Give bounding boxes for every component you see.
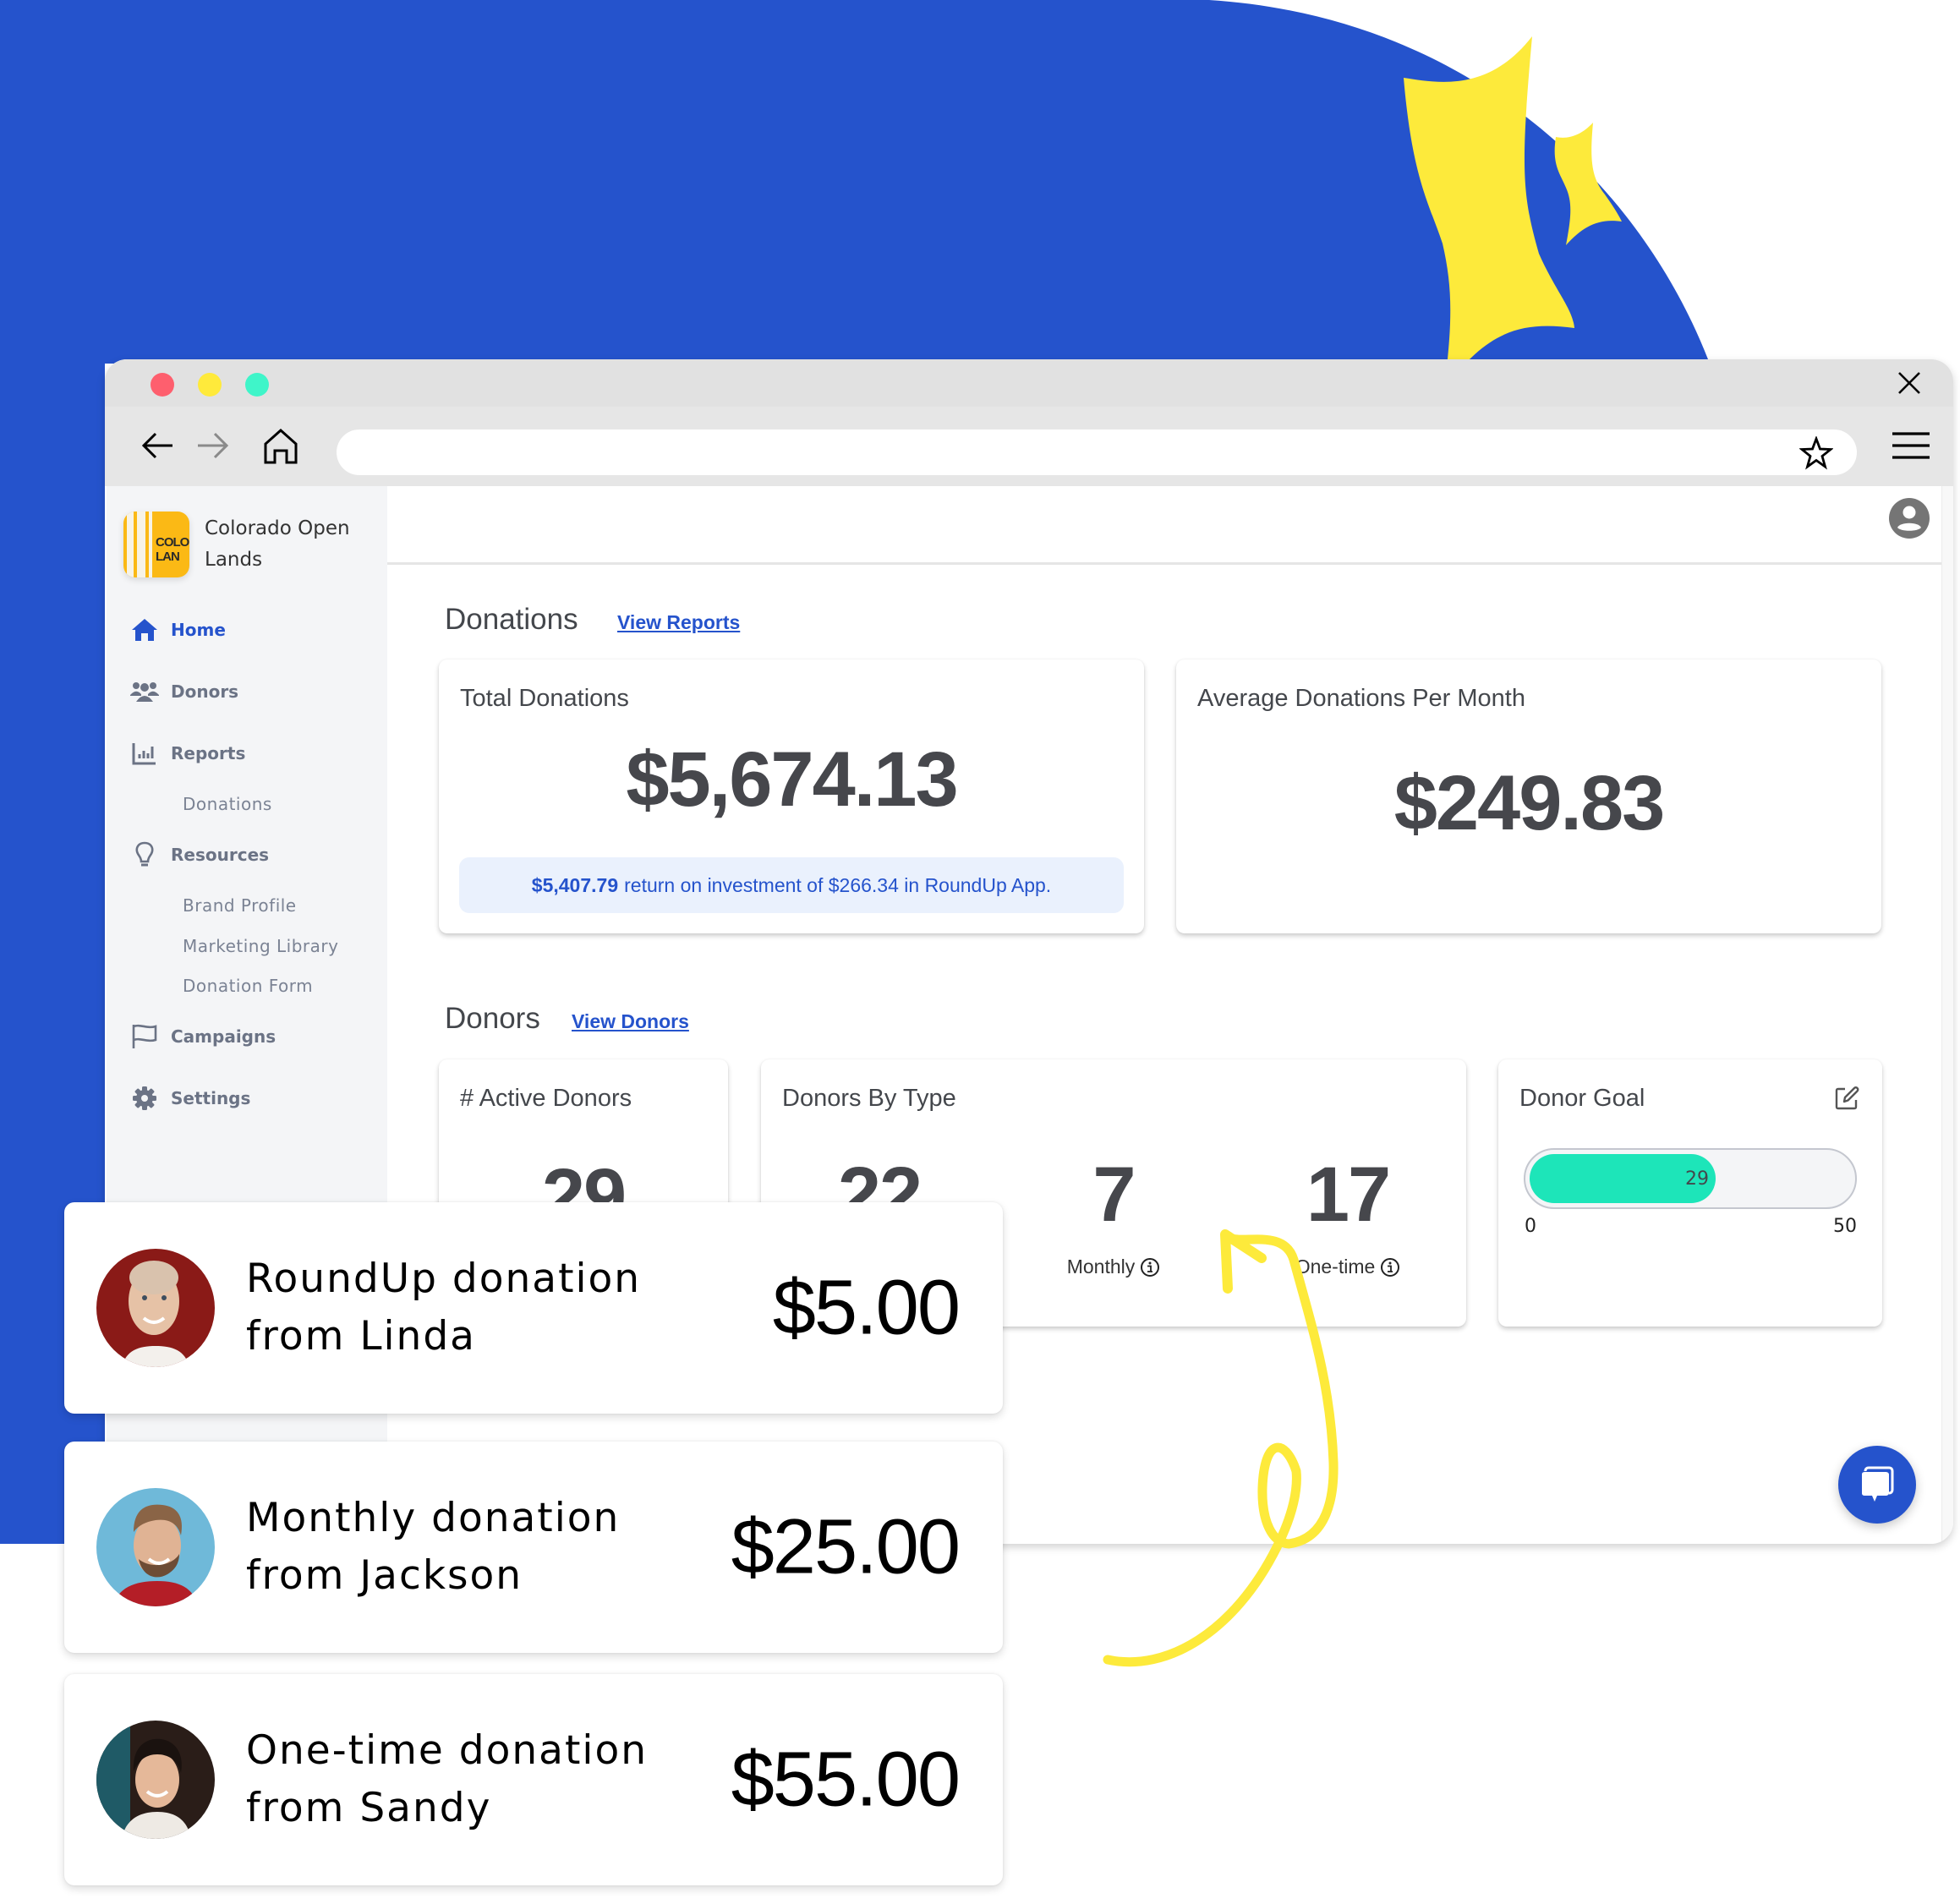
info-icon[interactable] — [1380, 1257, 1400, 1278]
average-donations-card: Average Donations Per Month $249.83 — [1176, 659, 1881, 933]
card-title: # Active Donors — [460, 1085, 632, 1112]
notification-line1: Monthly donation — [246, 1495, 621, 1541]
roi-banner: $5,407.79 return on investment of $266.3… — [459, 857, 1124, 913]
donor-type-value: 7 — [1092, 1152, 1136, 1238]
sidebar-item-campaigns[interactable]: Campaigns — [130, 1020, 276, 1053]
notification-line1: RoundUp donation — [246, 1256, 642, 1302]
browser-toolbar — [105, 407, 1953, 486]
notification-line2: from Jackson — [246, 1552, 523, 1599]
average-donations-value: $249.83 — [1393, 760, 1666, 846]
donation-notification: Monthly donation from Jackson $25.00 — [64, 1442, 1003, 1653]
sidebar-item-label: Resources — [171, 845, 270, 865]
url-bar[interactable] — [337, 429, 1857, 475]
donor-goal-current: 29 — [1685, 1168, 1709, 1190]
sidebar-item-label: Reports — [171, 743, 246, 763]
sidebar-item-label: Donors — [171, 681, 239, 702]
edit-icon[interactable] — [1833, 1085, 1860, 1112]
card-title: Donor Goal — [1519, 1085, 1645, 1112]
top-bar — [387, 486, 1953, 565]
notification-amount: $5.00 — [772, 1264, 961, 1351]
flag-icon — [130, 1022, 159, 1051]
scrollbar[interactable] — [1941, 486, 1953, 1544]
org-logo: COLORLAN — [123, 512, 189, 577]
sidebar-item-home[interactable]: Home — [130, 613, 226, 647]
window-close-dot[interactable] — [151, 373, 174, 397]
org-name-line2: Lands — [205, 549, 263, 571]
donor-goal-min: 0 — [1525, 1216, 1536, 1237]
lightbulb-icon — [130, 840, 159, 869]
roi-amount: $5,407.79 — [531, 873, 619, 896]
total-donations-card: Total Donations $5,674.13 $5,407.79 retu… — [439, 659, 1144, 933]
org-name-line1: Colorado Open — [205, 517, 350, 539]
donations-section-title: Donations — [445, 603, 578, 636]
notification-line2: from Linda — [246, 1313, 476, 1360]
logo-text-2: LAN — [156, 550, 180, 564]
donor-type-label: Monthly — [1066, 1256, 1136, 1278]
sidebar-item-resources[interactable]: Resources — [130, 838, 269, 872]
card-title: Total Donations — [460, 685, 629, 712]
donor-type-monthly: 7 Monthly — [1021, 1152, 1207, 1278]
chat-bubble-icon — [1862, 1466, 1894, 1502]
sidebar-item-label: Home — [171, 620, 226, 640]
notification-line2: from Sandy — [246, 1785, 492, 1831]
donation-notification: RoundUp donation from Linda $5.00 — [64, 1202, 1003, 1414]
logo-text-1: COLOR — [156, 535, 189, 550]
card-title: Donors By Type — [782, 1085, 956, 1112]
users-icon — [130, 677, 159, 706]
bar-chart-icon — [130, 739, 159, 768]
arrow-right-icon[interactable] — [193, 425, 233, 466]
home-icon — [130, 616, 159, 644]
window-maximize-dot[interactable] — [245, 373, 269, 397]
avatar-sandy — [96, 1721, 215, 1839]
view-donors-link[interactable]: View Donors — [572, 1010, 689, 1033]
notification-text: Monthly donation from Jackson — [246, 1490, 620, 1605]
home-icon[interactable] — [260, 425, 301, 466]
info-icon[interactable] — [1140, 1257, 1160, 1278]
notification-line1: One-time donation — [246, 1727, 648, 1774]
chat-button[interactable] — [1838, 1446, 1916, 1524]
gear-icon — [130, 1084, 159, 1113]
sidebar-subitem-brand-profile[interactable]: Brand Profile — [183, 895, 297, 916]
sidebar-item-donors[interactable]: Donors — [130, 675, 238, 709]
notification-amount: $25.00 — [731, 1503, 961, 1590]
sidebar-subitem-donation-form[interactable]: Donation Form — [183, 976, 313, 996]
card-title: Average Donations Per Month — [1197, 685, 1525, 712]
avatar-linda — [96, 1249, 215, 1367]
star-icon[interactable] — [1799, 436, 1833, 470]
org-name: Colorado Open Lands — [205, 513, 350, 576]
donor-goal-max: 50 — [1833, 1216, 1857, 1237]
sidebar-item-settings[interactable]: Settings — [130, 1081, 250, 1115]
donor-goal-progress: 29 — [1524, 1148, 1857, 1209]
total-donations-value: $5,674.13 — [626, 736, 958, 823]
donors-section-title: Donors — [445, 1002, 540, 1035]
donor-type-label: One-time — [1295, 1256, 1376, 1278]
donation-notification: One-time donation from Sandy $55.00 — [64, 1674, 1003, 1885]
donor-goal-card: Donor Goal 29 0 50 — [1498, 1059, 1882, 1327]
sidebar-item-reports[interactable]: Reports — [130, 736, 245, 770]
notification-amount: $55.00 — [731, 1736, 961, 1823]
sidebar-subitem-marketing-library[interactable]: Marketing Library — [183, 936, 338, 956]
donor-goal-progress-fill: 29 — [1530, 1154, 1716, 1203]
close-icon[interactable] — [1894, 368, 1924, 398]
donor-type-value: 17 — [1306, 1152, 1391, 1238]
sidebar-subitem-donations[interactable]: Donations — [183, 794, 272, 814]
sidebar-item-label: Campaigns — [171, 1026, 276, 1047]
avatar-jackson — [96, 1488, 215, 1606]
sidebar-item-label: Settings — [171, 1088, 251, 1108]
org-brand[interactable]: COLORLAN Colorado Open Lands — [123, 512, 350, 577]
user-circle-icon[interactable] — [1887, 496, 1931, 540]
notification-text: One-time donation from Sandy — [246, 1722, 648, 1837]
window-minimize-dot[interactable] — [198, 373, 222, 397]
notification-text: RoundUp donation from Linda — [246, 1250, 641, 1365]
view-reports-link[interactable]: View Reports — [617, 611, 740, 634]
browser-titlebar — [105, 359, 1953, 407]
roi-text: return on investment of $266.34 in Round… — [624, 873, 1052, 896]
donor-type-onetime: 17 One-time — [1255, 1152, 1441, 1278]
hamburger-icon[interactable] — [1891, 429, 1931, 462]
arrow-left-icon[interactable] — [137, 425, 178, 466]
